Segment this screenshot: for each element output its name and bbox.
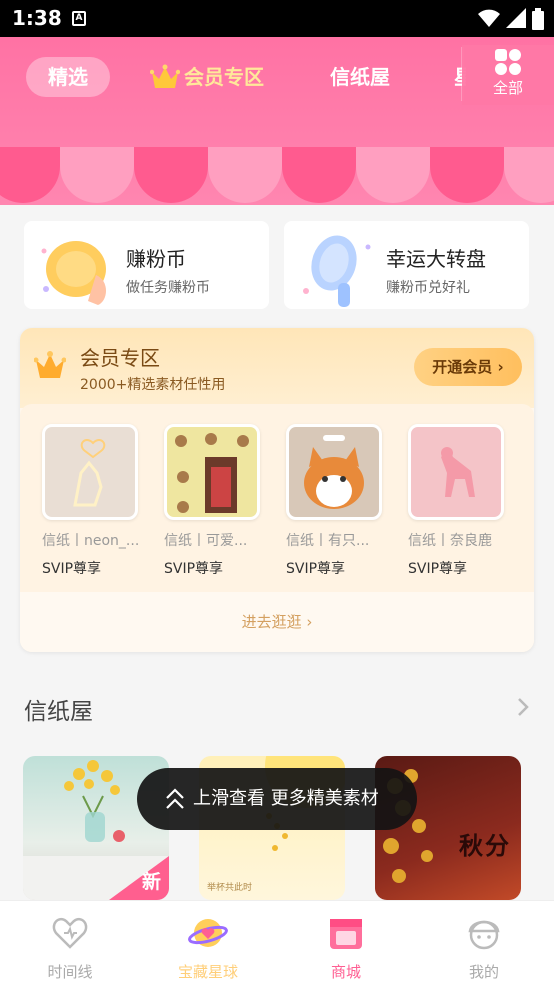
- new-badge: 新: [109, 856, 169, 900]
- earn-coins-card[interactable]: 赚粉币 做任务赚粉币: [24, 221, 269, 309]
- toast-text: 上滑查看 更多精美素材: [193, 788, 379, 809]
- bottom-nav: 时间线 宝藏星球 商城 我的: [0, 900, 554, 984]
- vip-title: 会员专区: [80, 346, 160, 370]
- status-bar: 1:38 A: [0, 0, 554, 37]
- chevron-right-icon[interactable]: [516, 696, 530, 718]
- vip-items-area: 信纸丨neon_... SVIP尊享 信纸丨可爱... SVIP尊享 信纸丨有只…: [20, 404, 534, 652]
- chevron-right-icon: ›: [497, 358, 504, 376]
- vip-subtitle: 2000+精选素材任性用: [80, 377, 226, 393]
- chevron-right-icon: ›: [306, 613, 313, 631]
- vip-item-thumbnail: [286, 424, 382, 520]
- shop-icon: [330, 919, 362, 949]
- nav-treasure-planet-label: 宝藏星球: [177, 963, 238, 981]
- heart-timeline-icon: [52, 917, 88, 949]
- vip-browse-link[interactable]: 进去逛逛 ›: [20, 592, 534, 652]
- coin-icon: [41, 241, 106, 305]
- vip-panel: 会员专区 2000+精选素材任性用 开通会员 › 信纸丨neon_... SVI…: [20, 328, 534, 652]
- vip-item-tag: SVIP尊享: [42, 561, 102, 577]
- tab-vip[interactable]: 会员专区: [150, 57, 264, 97]
- vip-item[interactable]: 信纸丨可爱... SVIP尊享: [164, 424, 264, 578]
- vip-item-title: 信纸丨奈良鹿: [408, 533, 492, 549]
- vip-item-tag: SVIP尊享: [286, 561, 346, 577]
- nav-timeline-label: 时间线: [47, 963, 93, 981]
- tab-letter-paper[interactable]: 信纸屋: [330, 57, 390, 97]
- lucky-wheel-card[interactable]: 幸运大转盘 赚粉币兑好礼: [284, 221, 529, 309]
- profile-icon: [468, 920, 500, 950]
- nav-profile-label: 我的: [468, 963, 499, 981]
- nav-shop-label: 商城: [330, 963, 361, 981]
- vip-item-tag: SVIP尊享: [408, 561, 468, 577]
- fan-wheel-icon: [303, 235, 371, 307]
- nav-treasure-planet[interactable]: 宝藏星球: [148, 901, 268, 984]
- paper-card-caption: 秋分: [459, 832, 511, 860]
- vip-item[interactable]: 信纸丨有只... SVIP尊享: [286, 424, 386, 578]
- signal-icon: [506, 8, 526, 28]
- vip-browse-label: 进去逛逛: [241, 613, 302, 631]
- grid-icon: [495, 49, 521, 75]
- paper-card-caption: 举杯共此时: [207, 883, 253, 893]
- new-badge-label: 新: [141, 871, 161, 893]
- all-label: 全部: [492, 79, 523, 97]
- earn-coins-subtitle: 做任务赚粉币: [126, 280, 210, 296]
- nav-timeline[interactable]: 时间线: [10, 901, 130, 984]
- double-chevron-up-icon: [166, 788, 184, 809]
- battery-icon: [532, 8, 544, 30]
- tab-vip-label: 会员专区: [184, 65, 264, 89]
- vip-item[interactable]: 信纸丨neon_... SVIP尊享: [42, 424, 142, 578]
- vip-item-tag: SVIP尊享: [164, 561, 224, 577]
- open-vip-button[interactable]: 开通会员 ›: [414, 348, 522, 386]
- all-categories-button[interactable]: 全部: [462, 45, 554, 105]
- nav-profile[interactable]: 我的: [424, 901, 544, 984]
- scroll-hint-toast: 上滑查看 更多精美素材: [137, 768, 417, 830]
- nav-shop[interactable]: 商城: [286, 901, 406, 984]
- lucky-wheel-title: 幸运大转盘: [386, 247, 486, 271]
- vip-item-thumbnail: [408, 424, 504, 520]
- earn-coins-title: 赚粉币: [126, 247, 186, 271]
- crown-icon: [34, 351, 66, 378]
- wifi-icon: [478, 9, 500, 27]
- planet-icon: [188, 919, 228, 947]
- vip-item-title: 信纸丨有只...: [286, 533, 370, 549]
- letter-paper-section-title: 信纸屋: [24, 699, 93, 725]
- vip-item[interactable]: 信纸丨奈良鹿 SVIP尊享: [408, 424, 508, 578]
- vip-item-thumbnail: [42, 424, 138, 520]
- vip-item-thumbnail: [164, 424, 260, 520]
- status-icons: [478, 8, 544, 30]
- tab-featured[interactable]: 精选: [26, 57, 110, 97]
- vip-item-title: 信纸丨neon_...: [42, 533, 140, 549]
- header: 精选 会员专区 信纸屋 星 全部: [0, 37, 554, 205]
- vip-item-title: 信纸丨可爱...: [164, 533, 248, 549]
- open-vip-label: 开通会员: [432, 358, 493, 376]
- vip-header: 会员专区 2000+精选素材任性用 开通会员 ›: [20, 328, 534, 408]
- status-time: 1:38: [12, 6, 62, 30]
- notification-a-icon: A: [72, 11, 86, 26]
- awning-decoration: [0, 129, 554, 205]
- crown-icon: [150, 64, 180, 88]
- lucky-wheel-subtitle: 赚粉币兑好礼: [386, 280, 470, 296]
